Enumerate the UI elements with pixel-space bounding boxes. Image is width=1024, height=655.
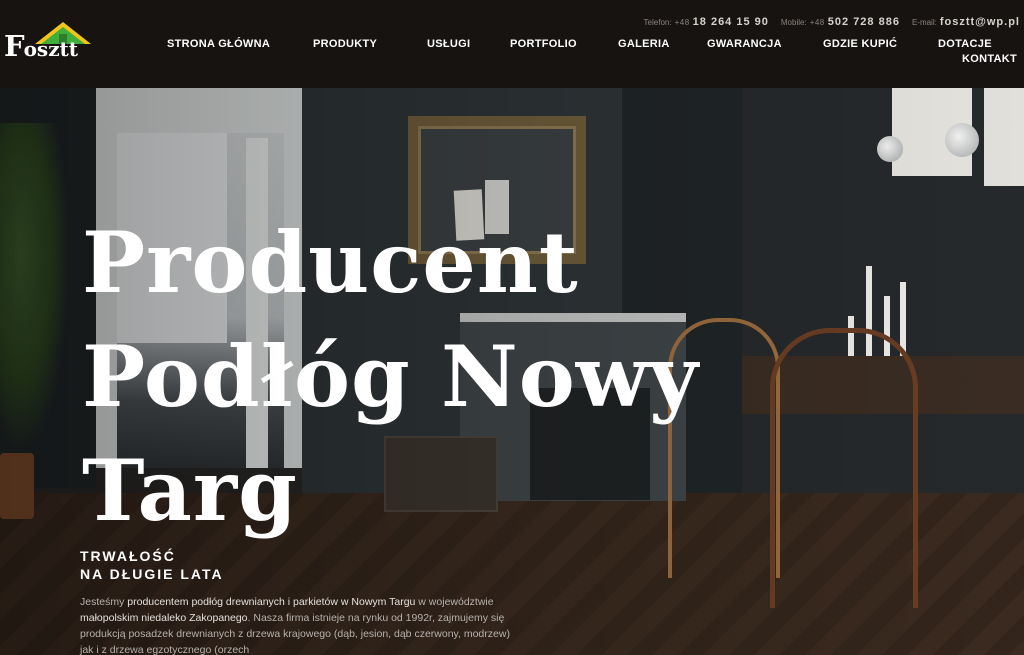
hero-section: Producent Podłóg Nowy Targ TRWAŁOŚĆ NA D… — [0, 88, 1024, 655]
mobile-contact[interactable]: Mobile: +48 502 728 886 — [781, 16, 900, 28]
desc-highlight: producentem podłóg drewnianych i parkiet… — [127, 596, 416, 608]
hero-headline: Producent Podłóg Nowy Targ — [82, 206, 699, 548]
hero-tagline: TRWAŁOŚĆ NA DŁUGIE LATA — [80, 547, 224, 583]
email-address: fosztt@wp.pl — [939, 16, 1020, 28]
phone-prefix: +48 — [674, 18, 690, 27]
tagline-line: NA DŁUGIE LATA — [80, 566, 224, 582]
headline-line: Targ — [82, 441, 298, 540]
nav-item-services[interactable]: USŁUGI — [427, 38, 470, 50]
hero-description: Jesteśmy producentem podłóg drewnianych … — [80, 594, 510, 655]
phone-number: 18 264 15 90 — [692, 16, 769, 28]
phone-label: Telefon: — [643, 18, 672, 27]
mobile-prefix: +48 — [809, 18, 825, 27]
site-header: Fosztt Telefon: +48 18 264 15 90 Mobile:… — [0, 0, 1024, 88]
nav-item-home[interactable]: STRONA GŁÓWNA — [167, 38, 270, 50]
tagline-line: TRWAŁOŚĆ — [80, 548, 176, 564]
email-contact[interactable]: E-mail: fosztt@wp.pl — [912, 16, 1020, 28]
main-nav: STRONA GŁÓWNA PRODUKTY USŁUGI PORTFOLIO … — [0, 38, 1024, 68]
nav-item-products[interactable]: PRODUKTY — [313, 38, 377, 50]
headline-line: Podłóg Nowy — [82, 327, 699, 426]
desc-highlight: małopolskim niedaleko Zakopanego — [80, 612, 248, 624]
nav-item-portfolio[interactable]: PORTFOLIO — [510, 38, 577, 50]
nav-item-gallery[interactable]: GALERIA — [618, 38, 670, 50]
nav-item-contact[interactable]: KONTAKT — [962, 53, 1017, 65]
nav-item-subsidies[interactable]: DOTACJE — [938, 38, 992, 50]
headline-line: Producent — [82, 213, 579, 312]
nav-item-where-to-buy[interactable]: GDZIE KUPIĆ — [823, 38, 897, 50]
email-label: E-mail: — [911, 18, 937, 27]
phone-contact[interactable]: Telefon: +48 18 264 15 90 — [644, 16, 769, 28]
desc-text: w województwie — [415, 596, 494, 608]
mobile-label: Mobile: — [780, 18, 807, 27]
desc-text: Jesteśmy — [80, 596, 128, 608]
mobile-number: 502 728 886 — [827, 16, 900, 28]
contact-bar: Telefon: +48 18 264 15 90 Mobile: +48 50… — [644, 16, 1020, 28]
nav-item-warranty[interactable]: GWARANCJA — [707, 38, 782, 50]
